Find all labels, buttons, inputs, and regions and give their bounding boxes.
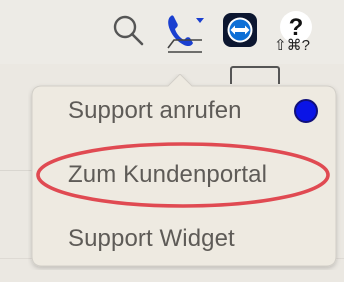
phone-support-icon[interactable] xyxy=(162,8,208,56)
menu-item-support-anrufen[interactable]: Support anrufen xyxy=(28,91,328,131)
menu-item-support-widget[interactable]: Support Widget xyxy=(28,219,328,259)
toolbar: ? ⇧⌘? xyxy=(0,0,344,64)
teamviewer-icon[interactable] xyxy=(222,12,258,48)
menu-item-label: Support anrufen xyxy=(68,97,242,124)
help-shortcut-label: ⇧⌘? xyxy=(274,37,310,54)
menu-item-label: Support Widget xyxy=(68,225,235,252)
search-icon[interactable] xyxy=(110,12,146,48)
status-dot xyxy=(294,99,318,123)
highlight-ellipse-annotation xyxy=(36,142,330,208)
